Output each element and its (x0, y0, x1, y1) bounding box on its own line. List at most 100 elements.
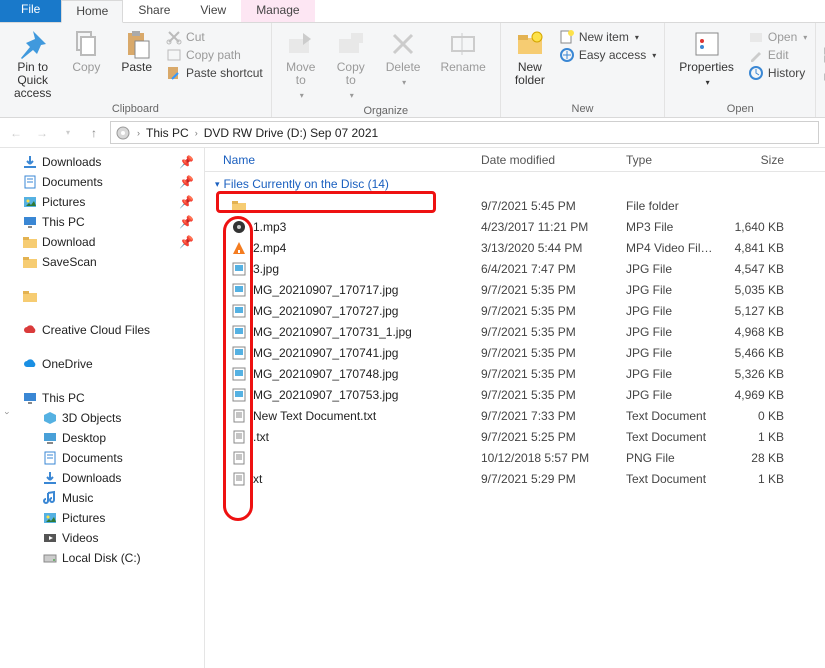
properties-icon (692, 29, 722, 59)
recent-button[interactable]: ▾ (58, 123, 78, 143)
tab-file[interactable]: File (0, 0, 61, 22)
paste-shortcut-button[interactable]: Paste shortcut (166, 65, 263, 81)
pc-icon (22, 214, 38, 230)
file-date: 9/7/2021 5:35 PM (475, 283, 620, 297)
file-date: 9/7/2021 5:35 PM (475, 388, 620, 402)
nav-item[interactable]: This PC (0, 388, 204, 408)
tab-home[interactable]: Home (61, 0, 123, 23)
properties-button[interactable]: Properties▾ (673, 27, 740, 91)
crumb-drive[interactable]: DVD RW Drive (D:) Sep 07 2021 (204, 126, 379, 140)
file-row[interactable]: MG_20210907_170727.jpg9/7/2021 5:35 PMJP… (205, 300, 825, 321)
column-headers[interactable]: Name Date modified Type Size (205, 148, 825, 172)
paste-button[interactable]: Paste (115, 27, 158, 76)
nav-item[interactable]: Desktop (0, 428, 204, 448)
copy-path-icon (166, 47, 182, 63)
file-row[interactable]: 1.mp34/23/2017 11:21 PMMP3 File1,640 KB (205, 216, 825, 237)
file-date: 9/7/2021 5:35 PM (475, 367, 620, 381)
nav-item[interactable] (0, 286, 204, 306)
nav-item[interactable]: Videos (0, 528, 204, 548)
nav-item[interactable]: Music (0, 488, 204, 508)
history-button[interactable]: History (748, 65, 807, 81)
file-row[interactable]: New Text Document.txt9/7/2021 7:33 PMTex… (205, 405, 825, 426)
col-name[interactable]: Name (205, 153, 475, 167)
tab-view[interactable]: View (185, 0, 241, 22)
pin-icon: 📌 (179, 175, 194, 189)
easy-access-button[interactable]: Easy access▾ (559, 47, 656, 63)
nav-item[interactable]: Local Disk (C:) (0, 548, 204, 568)
new-item-button[interactable]: New item▾ (559, 29, 656, 45)
col-date[interactable]: Date modified (475, 153, 620, 167)
file-row[interactable]: 3.jpg6/4/2021 7:47 PMJPG File4,547 KB (205, 258, 825, 279)
desktop-icon (42, 430, 58, 446)
address-bar: ← → ▾ ↑ › This PC › DVD RW Drive (D:) Se… (0, 118, 825, 148)
file-row[interactable]: MG_20210907_170753.jpg9/7/2021 5:35 PMJP… (205, 384, 825, 405)
nav-item[interactable]: 3D Objects (0, 408, 204, 428)
file-row[interactable]: 2.mp43/13/2020 5:44 PMMP4 Video File (V.… (205, 237, 825, 258)
crumb-this-pc[interactable]: This PC (146, 126, 189, 140)
nav-item[interactable]: SaveScan (0, 252, 204, 272)
file-row[interactable]: MG_20210907_170731_1.jpg9/7/2021 5:35 PM… (205, 321, 825, 342)
col-type[interactable]: Type (620, 153, 720, 167)
nav-label: Videos (62, 531, 98, 545)
back-button[interactable]: ← (6, 123, 26, 143)
nav-label: Pictures (42, 195, 85, 209)
cut-icon (166, 29, 182, 45)
nav-item[interactable]: Download📌 (0, 232, 204, 252)
rename-button[interactable]: Rename (434, 27, 491, 76)
forward-button[interactable]: → (32, 123, 52, 143)
tab-manage[interactable]: Manage (241, 0, 314, 22)
annotation-icon-column (223, 216, 253, 521)
folder-icon (22, 288, 38, 304)
move-to-button[interactable]: Move to▾ (280, 27, 322, 104)
copy-button[interactable]: Copy (65, 27, 107, 76)
nav-label: Downloads (62, 471, 121, 485)
nav-item[interactable]: Pictures📌 (0, 192, 204, 212)
file-type: JPG File (620, 388, 720, 402)
cut-button[interactable]: Cut (166, 29, 263, 45)
copy-path-button[interactable]: Copy path (166, 47, 263, 63)
file-row[interactable]: MG_20210907_170717.jpg9/7/2021 5:35 PMJP… (205, 279, 825, 300)
nav-item[interactable]: Documents📌 (0, 172, 204, 192)
file-row[interactable]: 10/12/2018 5:57 PMPNG File28 KB (205, 447, 825, 468)
col-size[interactable]: Size (720, 153, 790, 167)
breadcrumb-box[interactable]: › This PC › DVD RW Drive (D:) Sep 07 202… (110, 121, 819, 144)
new-folder-icon (515, 29, 545, 59)
edit-button[interactable]: Edit (748, 47, 807, 63)
nav-item[interactable]: Documents (0, 448, 204, 468)
file-name: 3.jpg (253, 262, 279, 276)
nav-item[interactable]: OneDrive (0, 354, 204, 374)
delete-button[interactable]: Delete▾ (380, 27, 427, 91)
nav-item[interactable]: Pictures (0, 508, 204, 528)
file-row[interactable]: MG_20210907_170741.jpg9/7/2021 5:35 PMJP… (205, 342, 825, 363)
file-type: JPG File (620, 325, 720, 339)
nav-item[interactable]: Downloads (0, 468, 204, 488)
open-button[interactable]: Open▾ (748, 29, 807, 45)
file-list[interactable]: Name Date modified Type Size ▾ Files Cur… (205, 148, 825, 668)
tab-share[interactable]: Share (123, 0, 185, 22)
file-type: Text Document (620, 472, 720, 486)
up-button[interactable]: ↑ (84, 123, 104, 143)
file-type: JPG File (620, 346, 720, 360)
music-icon (42, 490, 58, 506)
file-date: 9/7/2021 5:35 PM (475, 304, 620, 318)
file-size: 5,466 KB (720, 346, 790, 360)
new-folder-button[interactable]: New folder (509, 27, 551, 89)
pin-to-quick-access-button[interactable]: Pin to Quick access (8, 27, 57, 102)
nav-item[interactable]: This PC📌 (0, 212, 204, 232)
folder-icon (22, 254, 38, 270)
file-date: 10/12/2018 5:57 PM (475, 451, 620, 465)
group-label-clipboard: Clipboard (8, 102, 263, 115)
nav-item[interactable]: Downloads📌 (0, 152, 204, 172)
pin-icon: 📌 (179, 155, 194, 169)
file-row[interactable]: .txt9/7/2021 5:25 PMText Document1 KB (205, 426, 825, 447)
copy-to-button[interactable]: Copy to▾ (330, 27, 372, 104)
annotation-group-header (216, 191, 436, 213)
file-row[interactable]: MG_20210907_170748.jpg9/7/2021 5:35 PMJP… (205, 363, 825, 384)
file-date: 9/7/2021 5:45 PM (475, 199, 620, 213)
file-date: 9/7/2021 5:25 PM (475, 430, 620, 444)
file-size: 5,127 KB (720, 304, 790, 318)
nav-item[interactable]: Creative Cloud Files (0, 320, 204, 340)
navigation-pane[interactable]: Downloads📌Documents📌Pictures📌This PC📌Dow… (0, 148, 205, 668)
file-size: 4,547 KB (720, 262, 790, 276)
file-row[interactable]: xt9/7/2021 5:29 PMText Document1 KB (205, 468, 825, 489)
